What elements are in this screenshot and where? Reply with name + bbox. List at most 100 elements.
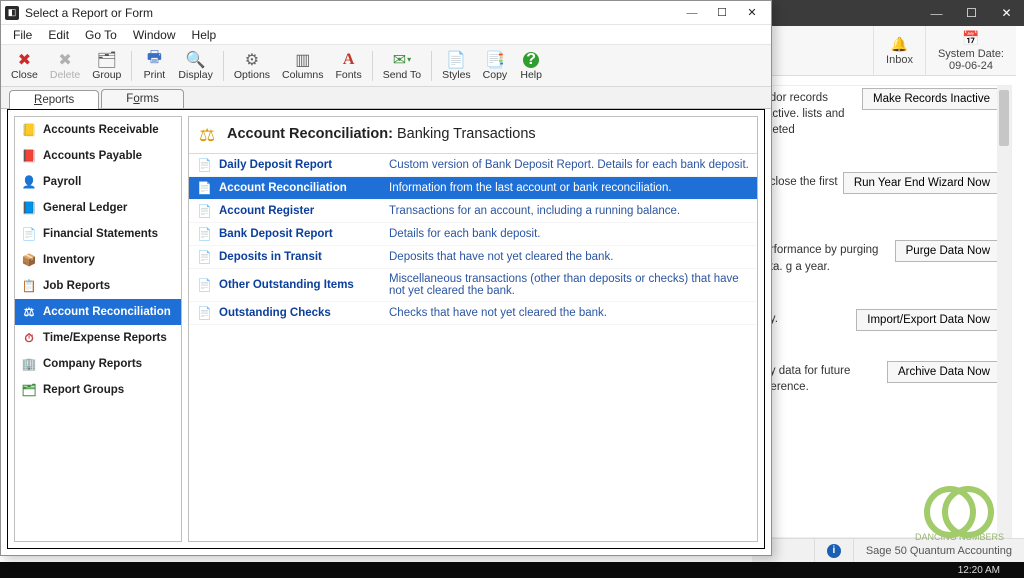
- scrollbar-thumb[interactable]: [999, 90, 1009, 146]
- toolbar-styles-button[interactable]: 📄Styles: [436, 49, 477, 83]
- bg-panel-scrollbar[interactable]: [997, 86, 1011, 537]
- bg-action-item: Purge Data Nowperformance by purging dat…: [757, 242, 1001, 280]
- dialog-close-button[interactable]: ✕: [737, 2, 767, 24]
- report-row[interactable]: 📄 Daily Deposit ReportCustom version of B…: [189, 154, 757, 177]
- category-label: Account Reconciliation: [43, 306, 171, 318]
- category-label: Time/Expense Reports: [43, 332, 167, 344]
- category-financial-statements[interactable]: 📄Financial Statements: [15, 221, 181, 247]
- toolbar-group-button[interactable]: 🗂Group: [86, 49, 127, 83]
- category-icon: 👤: [21, 175, 37, 189]
- toolbar-close-button[interactable]: ✖Close: [5, 49, 44, 83]
- category-general-ledger[interactable]: 📘 General Ledger: [15, 195, 181, 221]
- menu-go-to[interactable]: Go To: [77, 26, 125, 44]
- menu-edit[interactable]: Edit: [40, 26, 77, 44]
- status-product: Sage 50 Quantum Accounting: [853, 539, 1024, 562]
- category-inventory[interactable]: 📦Inventory: [15, 247, 181, 273]
- taskbar-clock: 12:20 AM: [958, 562, 1000, 578]
- dialog-maximize-button[interactable]: ☐: [707, 2, 737, 24]
- report-icon: 📄: [197, 227, 213, 241]
- toolbar-separator: [431, 51, 432, 81]
- report-icon: 📄: [197, 158, 213, 172]
- category-icon: 📕: [21, 149, 37, 163]
- tab-reports[interactable]: Reports: [9, 90, 99, 109]
- report-icon: 📄: [197, 278, 213, 292]
- report-desc: Transactions for an account, including a…: [389, 205, 749, 217]
- report-row[interactable]: 📄Account ReconciliationInformation from …: [189, 177, 757, 200]
- toolbar-label: Delete: [50, 69, 80, 81]
- toolbar-display-button[interactable]: 🔍Display: [172, 49, 218, 83]
- toolbar-delete-button: ✖Delete: [44, 49, 86, 83]
- toolbar-fonts-button[interactable]: AFonts: [329, 49, 367, 83]
- category-label: Payroll: [43, 176, 81, 188]
- report-row[interactable]: 📄Account RegisterTransactions for an acc…: [189, 200, 757, 223]
- toolbar-columns-button[interactable]: ▥Columns: [276, 49, 329, 83]
- category-icon: ⚖: [21, 305, 37, 319]
- category-company-reports[interactable]: 🏢Company Reports: [15, 351, 181, 377]
- toolbar-options-button[interactable]: ⚙Options: [228, 49, 276, 83]
- bg-action-button[interactable]: Archive Data Now: [887, 361, 1001, 383]
- toolbar-label: Group: [92, 69, 121, 81]
- bg-maximize-button[interactable]: ☐: [954, 0, 989, 26]
- bg-minimize-button[interactable]: —: [919, 0, 954, 26]
- report-heading: ⚖ Account Reconciliation: Banking Transa…: [189, 117, 757, 153]
- menubar: FileEditGo ToWindowHelp: [1, 25, 771, 45]
- menu-window[interactable]: Window: [125, 26, 184, 44]
- report-row[interactable]: 📄Other Outstanding ItemsMiscellaneous tr…: [189, 269, 757, 302]
- copy-icon: 📑: [485, 51, 505, 69]
- category-label: General Ledger: [43, 202, 127, 214]
- report-icon: 📄: [197, 181, 213, 195]
- category-icon: 📘: [21, 201, 37, 215]
- status-info[interactable]: i: [814, 539, 853, 562]
- menu-help[interactable]: Help: [184, 26, 225, 44]
- report-desc: Custom version of Bank Deposit Report. D…: [389, 159, 749, 171]
- category-payroll[interactable]: 👤 Payroll: [15, 169, 181, 195]
- toolbar-separator: [131, 51, 132, 81]
- category-label: Financial Statements: [43, 228, 158, 240]
- bg-close-button[interactable]: ✕: [989, 0, 1024, 26]
- toolbar-help-button[interactable]: ?Help: [513, 49, 549, 83]
- bg-action-button[interactable]: Run Year End Wizard Now: [843, 172, 1001, 194]
- category-icon: 📒: [21, 123, 37, 137]
- report-row[interactable]: 📄Deposits in TransitDeposits that have n…: [189, 246, 757, 269]
- toolbar-label: Print: [144, 69, 166, 81]
- inbox-cell[interactable]: 🔔 Inbox: [873, 26, 925, 75]
- bg-action-button[interactable]: Make Records Inactive: [862, 88, 1001, 110]
- report-row[interactable]: 📄Outstanding ChecksChecks that have not …: [189, 302, 757, 325]
- category-accounts-payable[interactable]: 📕Accounts Payable: [15, 143, 181, 169]
- delete-icon: ✖: [58, 51, 71, 69]
- report-name: Daily Deposit Report: [219, 159, 389, 171]
- toolbar-label: Styles: [442, 69, 471, 81]
- category-job-reports[interactable]: 📋Job Reports: [15, 273, 181, 299]
- toolbar-separator: [223, 51, 224, 81]
- toolbar-copy-button[interactable]: 📑Copy: [477, 49, 514, 83]
- styles-icon: 📄: [446, 51, 466, 69]
- report-desc: Miscellaneous transactions (other than d…: [389, 273, 749, 297]
- scales-icon: ⚖: [199, 125, 219, 143]
- system-date-cell[interactable]: 📅 System Date: 09-06-24: [925, 26, 1016, 75]
- options-icon: ⚙: [245, 51, 259, 69]
- report-name: Deposits in Transit: [219, 251, 389, 263]
- category-accounts-receivable[interactable]: 📒Accounts Receivable: [15, 117, 181, 143]
- report-list: 📄 Daily Deposit ReportCustom version of B…: [189, 153, 757, 325]
- toolbar-send-to-button[interactable]: ✉▾Send To: [377, 49, 427, 83]
- tabstrip: ReportsForms: [1, 87, 771, 109]
- category-time-expense-reports[interactable]: ⏱Time/Expense Reports: [15, 325, 181, 351]
- bg-action-button[interactable]: Import/Export Data Now: [856, 309, 1001, 331]
- report-row[interactable]: 📄Bank Deposit ReportDetails for each ban…: [189, 223, 757, 246]
- report-icon: 📄: [197, 306, 213, 320]
- toolbar-print-button[interactable]: 🖶Print: [136, 49, 172, 83]
- tab-forms[interactable]: Forms: [101, 89, 184, 108]
- report-icon: 📄: [197, 250, 213, 264]
- print-icon: 🖶: [147, 51, 162, 69]
- heading-bold: Account Reconciliation:: [227, 126, 393, 142]
- category-report-groups[interactable]: 🗂Report Groups: [15, 377, 181, 403]
- bg-action-item: Make Records Inactiveendor records inact…: [757, 90, 1001, 144]
- bg-action-button[interactable]: Purge Data Now: [895, 240, 1001, 262]
- bg-actions-panel: Make Records Inactiveendor records inact…: [752, 85, 1012, 538]
- dialog-minimize-button[interactable]: —: [677, 2, 707, 24]
- menu-file[interactable]: File: [5, 26, 40, 44]
- bg-header: 🔔 Inbox 📅 System Date: 09-06-24: [752, 26, 1016, 76]
- inbox-label: Inbox: [886, 54, 913, 66]
- category-account-reconciliation[interactable]: ⚖ Account Reconciliation: [15, 299, 181, 325]
- report-main: ⚖ Account Reconciliation: Banking Transa…: [188, 116, 758, 542]
